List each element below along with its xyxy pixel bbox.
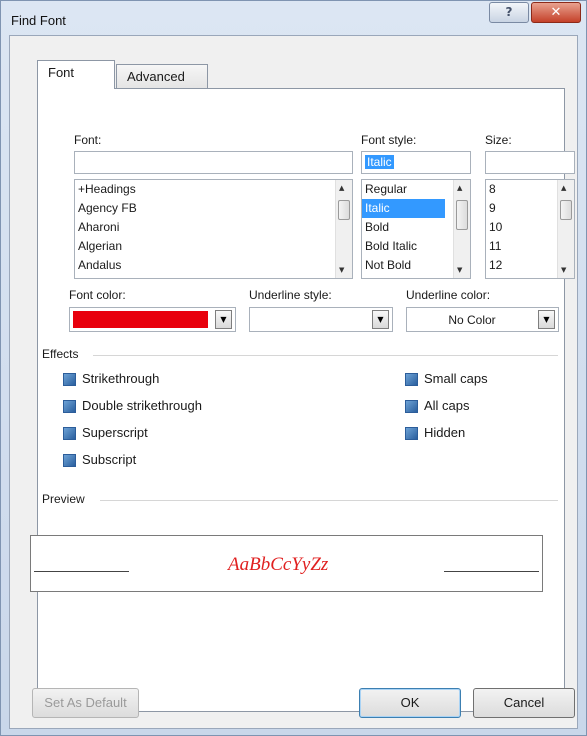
underline-style-label: Underline style: — [249, 288, 332, 302]
chevron-down-icon[interactable]: ▼ — [372, 310, 389, 329]
size-input[interactable] — [485, 151, 575, 174]
size-list-scrollbar[interactable]: ▲ ▼ — [557, 180, 574, 278]
find-font-dialog: Find Font ? ✕ Font Advanced Font: +Headi… — [0, 0, 587, 736]
underline-color-value: No Color — [448, 313, 496, 327]
list-item-selected[interactable]: Italic — [362, 199, 445, 218]
scroll-down-icon[interactable]: ▼ — [457, 266, 462, 274]
hidden-label: Hidden — [424, 425, 466, 440]
small-caps-checkbox[interactable] — [405, 373, 418, 386]
underline-color-label: Underline color: — [406, 288, 491, 302]
superscript-checkbox[interactable] — [63, 427, 76, 440]
tab-font[interactable]: Font — [37, 60, 115, 89]
font-list[interactable]: +Headings Agency FB Aharoni Algerian And… — [74, 179, 353, 279]
subscript-label: Subscript — [82, 452, 137, 467]
preview-sample-text: AaBbCcYyZz — [228, 554, 329, 575]
tab-advanced-label: Advanced — [127, 69, 185, 84]
effects-divider — [93, 355, 558, 356]
scroll-up-icon[interactable]: ▲ — [457, 184, 462, 192]
preview-divider — [100, 500, 558, 501]
size-list[interactable]: 8 9 10 11 12 ▲ ▼ — [485, 179, 575, 279]
font-label: Font: — [74, 133, 102, 147]
preview-baseline-right — [444, 571, 539, 572]
font-color-dropdown[interactable]: ▼ — [69, 307, 236, 332]
size-label: Size: — [485, 133, 512, 147]
small-caps-label: Small caps — [424, 371, 488, 386]
font-style-input-value: Italic — [365, 155, 394, 169]
dialog-title: Find Font — [11, 13, 66, 28]
chevron-down-icon[interactable]: ▼ — [215, 310, 232, 329]
preview-baseline-left — [34, 571, 129, 572]
all-caps-checkbox[interactable] — [405, 400, 418, 413]
scroll-down-icon[interactable]: ▼ — [561, 266, 566, 274]
preview-label: Preview — [42, 492, 85, 506]
chevron-down-icon[interactable]: ▼ — [538, 310, 555, 329]
help-icon: ? — [505, 5, 513, 19]
list-item[interactable]: Algerian — [75, 237, 352, 256]
scroll-thumb[interactable] — [456, 200, 468, 230]
ok-button[interactable]: OK — [359, 688, 461, 718]
double-strikethrough-label: Double strikethrough — [82, 398, 202, 413]
font-style-label: Font style: — [361, 133, 417, 147]
double-strikethrough-checkbox[interactable] — [63, 400, 76, 413]
superscript-label: Superscript — [82, 425, 148, 440]
scroll-up-icon[interactable]: ▲ — [561, 184, 566, 192]
font-color-swatch — [73, 311, 208, 328]
close-icon: ✕ — [550, 5, 562, 20]
effects-label: Effects — [42, 347, 79, 361]
font-style-list[interactable]: Regular Italic Bold Bold Italic Not Bold… — [361, 179, 471, 279]
scroll-thumb[interactable] — [338, 200, 350, 220]
strikethrough-label: Strikethrough — [82, 371, 160, 386]
subscript-checkbox[interactable] — [63, 454, 76, 467]
dialog-client-area: Font Advanced Font: +Headings Agency FB … — [9, 35, 578, 729]
underline-style-dropdown[interactable]: ▼ — [249, 307, 393, 332]
help-button[interactable]: ? — [489, 2, 529, 23]
font-tab-panel: Font: +Headings Agency FB Aharoni Algeri… — [37, 88, 575, 712]
font-list-scrollbar[interactable]: ▲ ▼ — [335, 180, 352, 278]
scroll-down-icon[interactable]: ▼ — [339, 266, 344, 274]
all-caps-label: All caps — [424, 398, 470, 413]
cancel-button[interactable]: Cancel — [473, 688, 575, 718]
scroll-thumb[interactable] — [560, 200, 572, 220]
preview-box: AaBbCcYyZz — [30, 535, 543, 592]
underline-color-dropdown[interactable]: No Color ▼ — [406, 307, 559, 332]
tab-advanced[interactable]: Advanced — [116, 64, 208, 90]
tab-font-label: Font — [48, 65, 75, 80]
font-style-input[interactable]: Italic — [361, 151, 471, 174]
font-color-label: Font color: — [69, 288, 126, 302]
list-item[interactable]: Aharoni — [75, 218, 352, 237]
set-as-default-button[interactable]: Set As Default — [32, 688, 139, 718]
close-button[interactable]: ✕ — [531, 2, 581, 23]
list-item[interactable]: Agency FB — [75, 199, 352, 218]
font-style-scrollbar[interactable]: ▲ ▼ — [453, 180, 470, 278]
list-item[interactable]: Andalus — [75, 256, 352, 275]
scroll-up-icon[interactable]: ▲ — [339, 184, 344, 192]
font-input[interactable] — [74, 151, 353, 174]
hidden-checkbox[interactable] — [405, 427, 418, 440]
list-item[interactable]: +Headings — [75, 180, 352, 199]
strikethrough-checkbox[interactable] — [63, 373, 76, 386]
